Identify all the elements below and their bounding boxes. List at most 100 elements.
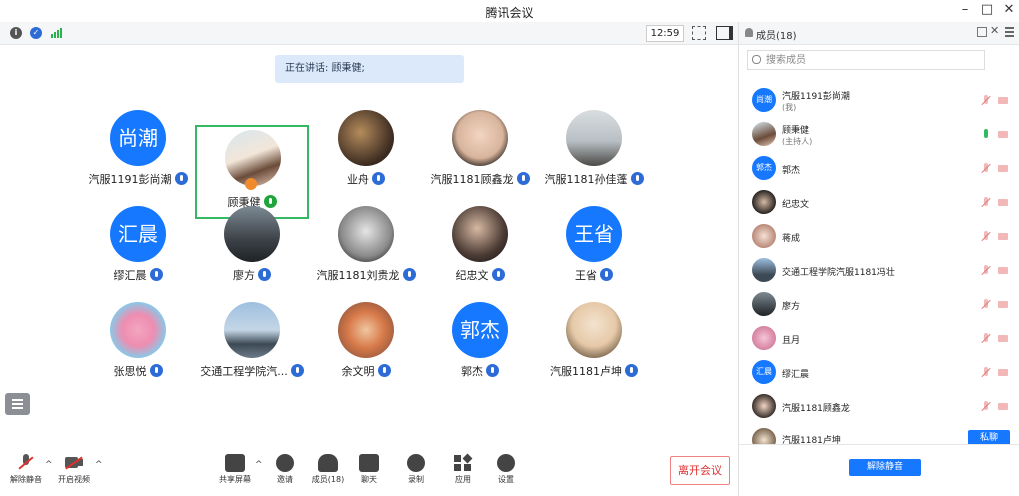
members-button[interactable]: 成员(18) (307, 452, 349, 485)
avatar (224, 302, 280, 358)
avatar: 王省 (566, 206, 622, 262)
chat-button[interactable]: 聊天 (349, 452, 389, 485)
mic-icon (600, 268, 613, 281)
participant-tile[interactable]: 张思悦 (81, 294, 195, 388)
meeting-area: i ✓ 12:59 正在讲话: 顾秉健; 尚潮 汽服1191彭尚潮 顾秉健 业舟… (0, 22, 738, 496)
member-name: 汽服1191彭尚潮 (782, 92, 850, 102)
participant-name: 郭杰 (461, 365, 483, 378)
participant-name: 廖方 (233, 269, 255, 282)
chevron-up-icon[interactable]: ^ (95, 460, 103, 470)
participant-tile[interactable]: 业舟 (309, 102, 423, 196)
avatar (338, 302, 394, 358)
avatar (338, 206, 394, 262)
participant-tile[interactable]: 汽服1181顾鑫龙 (423, 102, 537, 196)
mic-muted-icon (980, 401, 992, 413)
mic-muted-icon (980, 95, 992, 107)
record-button[interactable]: 录制 (396, 452, 436, 485)
popout-icon[interactable] (977, 27, 987, 37)
mic-muted-icon (980, 265, 992, 277)
minimize-icon[interactable]: – (955, 2, 975, 17)
participant-tile[interactable]: 尚潮 汽服1191彭尚潮 (81, 102, 195, 196)
member-row[interactable]: 且月 (739, 322, 1019, 356)
participant-tile[interactable]: 汽服1181刘贵龙 (309, 198, 423, 292)
invite-button[interactable]: 邀请 (265, 452, 305, 485)
mic-muted-icon (980, 367, 992, 379)
avatar (752, 326, 776, 350)
share-screen-icon (225, 454, 245, 472)
camera-off-icon (998, 301, 1008, 308)
members-panel-title: 成员(18) (756, 31, 797, 42)
member-name: 交通工程学院汽服1181冯壮 (782, 268, 895, 278)
mic-muted-icon (980, 333, 992, 345)
start-video-button[interactable]: 开启视频 (54, 452, 94, 485)
layout-toggle-icon[interactable] (716, 26, 733, 40)
participant-name: 汽服1181顾鑫龙 (430, 173, 514, 186)
avatar (752, 428, 776, 444)
participant-name: 缪汇晨 (113, 269, 147, 282)
camera-off-icon (998, 403, 1008, 410)
member-name: 且月 (782, 336, 801, 346)
maximize-icon[interactable]: □ (977, 2, 997, 17)
settings-button[interactable]: 设置 (486, 452, 526, 485)
close-icon[interactable]: ✕ (999, 2, 1019, 17)
participant-tile[interactable]: 王省 王省 (537, 198, 651, 292)
private-chat-button[interactable]: 私聊 (968, 430, 1010, 444)
avatar: 郭杰 (452, 302, 508, 358)
member-row[interactable]: 廖方 (739, 288, 1019, 322)
participant-tile[interactable]: 廖方 (195, 198, 309, 292)
member-row[interactable]: 蒋成 (739, 220, 1019, 254)
participant-tile[interactable]: 余文明 (309, 294, 423, 388)
divider (739, 444, 1019, 445)
chevron-up-icon[interactable]: ^ (45, 460, 53, 470)
mic-icon (174, 172, 188, 185)
search-members-input[interactable]: 搜索成员 (747, 50, 985, 70)
camera-off-icon (998, 165, 1008, 172)
avatar: 尚潮 (752, 88, 776, 112)
members-panel-header: 成员(18) ✕ (739, 22, 1019, 45)
apps-icon (453, 453, 473, 472)
mic-active-icon (980, 129, 992, 141)
mic-icon (377, 364, 391, 377)
share-screen-button[interactable]: 共享屏幕 (215, 452, 255, 485)
members-panel: 成员(18) ✕ 搜索成员 尚潮 汽服1191彭尚潮 (我) 顾秉健 (主持人)… (738, 22, 1019, 496)
camera-off-icon (998, 97, 1008, 104)
avatar (110, 302, 166, 358)
signal-icon[interactable] (51, 28, 63, 38)
member-row[interactable]: 尚潮 汽服1191彭尚潮 (我) (739, 84, 1019, 118)
close-panel-icon[interactable]: ✕ (990, 24, 999, 37)
mic-icon (625, 364, 638, 377)
member-row[interactable]: 汽服1181卢坤 私聊 (739, 424, 1019, 444)
participant-name: 业舟 (347, 173, 369, 186)
member-row[interactable]: 汽服1181顾鑫龙 (739, 390, 1019, 424)
member-name: 纪忠文 (782, 200, 810, 210)
avatar: 汇晨 (110, 206, 166, 262)
member-name: 郭杰 (782, 166, 801, 176)
participant-tile[interactable]: 交通工程学院汽... (195, 294, 309, 388)
bottom-toolbar: 解除静音 ^ 开启视频 ^ 共享屏幕 ^ 邀请 成员(18) 聊天 录制 应用 … (0, 452, 738, 496)
participant-tile[interactable]: 汇晨 缪汇晨 (81, 198, 195, 292)
participant-tile[interactable]: 汽服1181孙佳蓬 (537, 102, 651, 196)
chevron-up-icon[interactable]: ^ (255, 460, 263, 470)
leave-meeting-button[interactable]: 离开会议 (670, 456, 730, 485)
member-row[interactable]: 顾秉健 (主持人) (739, 118, 1019, 152)
menu-icon[interactable] (1005, 27, 1014, 37)
fullscreen-icon[interactable] (692, 26, 706, 40)
participant-tile[interactable]: 纪忠文 (423, 198, 537, 292)
gear-icon (497, 454, 515, 472)
member-row[interactable]: 郭杰 郭杰 (739, 152, 1019, 186)
member-row[interactable]: 纪忠文 (739, 186, 1019, 220)
security-shield-icon[interactable]: ✓ (30, 27, 42, 39)
participant-name: 汽服1181卢坤 (550, 365, 622, 378)
member-row[interactable]: 交通工程学院汽服1181冯壮 (739, 254, 1019, 288)
participant-tile[interactable]: 汽服1181卢坤 (537, 294, 651, 388)
unmute-all-button[interactable]: 解除静音 (849, 459, 921, 476)
mic-icon (149, 364, 163, 377)
apps-button[interactable]: 应用 (443, 452, 483, 485)
avatar (752, 292, 776, 316)
avatar: 郭杰 (752, 156, 776, 180)
list-view-icon[interactable] (5, 393, 30, 415)
participant-tile[interactable]: 郭杰 郭杰 (423, 294, 537, 388)
member-row[interactable]: 汇晨 缪汇晨 (739, 356, 1019, 390)
unmute-button[interactable]: 解除静音 (6, 452, 46, 485)
info-icon[interactable]: i (10, 27, 22, 39)
